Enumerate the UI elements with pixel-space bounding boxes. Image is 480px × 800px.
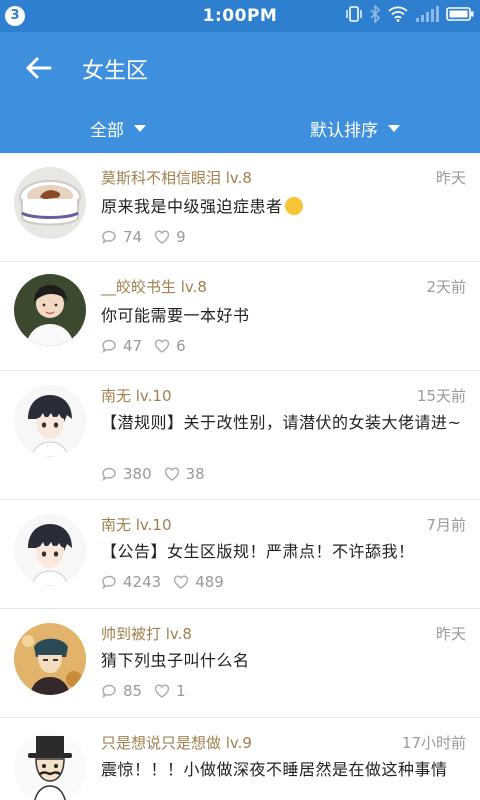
post-title[interactable]: 你可能需要一本好书 [101,305,466,327]
post-stats: 85 1 [101,682,198,700]
avatar[interactable] [14,623,86,695]
post-author[interactable]: 帅到被打 lv.8 [101,623,192,644]
battery-icon [446,6,474,26]
post-author[interactable]: 莫斯科不相信眼泪 lv.8 [101,167,252,188]
heart-icon [154,339,170,353]
comment-icon [102,575,116,590]
heart-icon [164,467,179,481]
comment-count-value: 74 [123,228,143,246]
arrow-left-icon [26,57,52,79]
laughing-tears-emoji-icon [284,197,303,215]
avatar[interactable] [14,514,86,586]
like-count[interactable]: 6 [154,337,186,355]
comment-count: 4243 [101,573,161,591]
like-count[interactable]: 9 [154,228,186,246]
comment-count: 85 [101,682,142,700]
post-item[interactable]: 南无 lv.10 7月前 【公告】女生区版规！严肃点！不许舔我！ 4243 48… [0,500,480,609]
post-list: 莫斯科不相信眼泪 lv.8 昨天 原来我是中级强迫症患者 74 9 __皎皎书生… [0,153,480,800]
post-item[interactable]: __皎皎书生 lv.8 2天前 你可能需要一本好书 47 6 [0,262,480,371]
post-stats: 47 6 [101,337,198,355]
page-title: 女生区 [82,59,149,84]
bluetooth-icon [369,4,381,27]
comment-count-value: 85 [123,682,143,700]
post-time: 17小时前 [401,734,466,752]
comment-count-value: 4243 [123,573,162,591]
post-stats: 4243 489 [101,573,236,591]
wifi-icon [388,6,408,26]
post-item[interactable]: 帅到被打 lv.8 昨天 猜下列虫子叫什么名 85 1 [0,609,480,718]
caret-down-icon [388,125,400,132]
heart-icon [154,230,170,244]
avatar[interactable] [14,385,86,457]
comment-count: 47 [101,337,142,355]
like-count[interactable]: 1 [154,682,186,700]
back-button[interactable] [18,50,58,86]
like-count-value: 9 [176,228,186,246]
like-count-value: 6 [176,337,186,355]
post-stats: 380 38 [101,465,217,483]
comment-count: 380 [101,465,152,483]
like-count-value: 38 [185,465,205,483]
post-author[interactable]: __皎皎书生 lv.8 [101,276,207,297]
post-time: 昨天 [435,625,466,643]
like-count-value: 1 [176,682,186,700]
like-count[interactable]: 489 [173,573,224,591]
like-count[interactable]: 38 [164,465,205,483]
post-author[interactable]: 只是想说只是想做 lv.9 [101,732,252,753]
status-bar: 3 1:00PM [0,0,480,32]
heart-icon [173,575,189,589]
like-count-value: 489 [195,573,224,591]
app-bar: 女生区 全部 默认排序 [0,32,480,153]
post-title[interactable]: 震惊！！！小做做深夜不睡居然是在做这种事情 [101,759,466,781]
sort-order-label: 默认排序 [310,121,378,141]
system-icons [346,4,474,27]
post-title-text: 原来我是中级强迫症患者 [101,197,283,216]
post-time: 2天前 [426,278,466,296]
comment-icon [102,684,116,699]
post-time: 昨天 [435,169,466,187]
signal-icon [415,6,439,26]
post-item[interactable]: 南无 lv.10 15天前 【潜规则】关于改性别，请潜伏的女装大佬请进~ 380… [0,371,480,500]
post-time: 7月前 [426,516,466,534]
avatar[interactable] [14,167,86,239]
avatar[interactable] [14,732,86,800]
post-item[interactable]: 只是想说只是想做 lv.9 17小时前 震惊！！！小做做深夜不睡居然是在做这种事… [0,718,480,800]
comment-icon [102,467,116,482]
post-title[interactable]: 猜下列虫子叫什么名 [101,650,466,672]
post-time: 15天前 [416,387,466,405]
post-stats: 74 9 [101,228,198,246]
post-author[interactable]: 南无 lv.10 [101,385,172,406]
avatar[interactable] [14,274,86,346]
comment-icon [102,339,116,354]
comment-count: 74 [101,228,142,246]
post-title[interactable]: 原来我是中级强迫症患者 [101,196,466,218]
sort-order-dropdown[interactable]: 默认排序 [310,116,400,141]
category-filter-label: 全部 [90,121,124,141]
caret-down-icon [134,125,146,132]
vibrate-icon [346,5,362,27]
comment-count-value: 47 [123,337,143,355]
post-author[interactable]: 南无 lv.10 [101,514,172,535]
post-title[interactable]: 【潜规则】关于改性别，请潜伏的女装大佬请进~ [101,412,466,434]
post-title[interactable]: 【公告】女生区版规！严肃点！不许舔我！ [101,541,466,563]
heart-icon [154,684,170,698]
comment-icon [102,230,116,245]
category-filter-dropdown[interactable]: 全部 [90,116,146,141]
post-item[interactable]: 莫斯科不相信眼泪 lv.8 昨天 原来我是中级强迫症患者 74 9 [0,153,480,262]
comment-count-value: 380 [123,465,152,483]
